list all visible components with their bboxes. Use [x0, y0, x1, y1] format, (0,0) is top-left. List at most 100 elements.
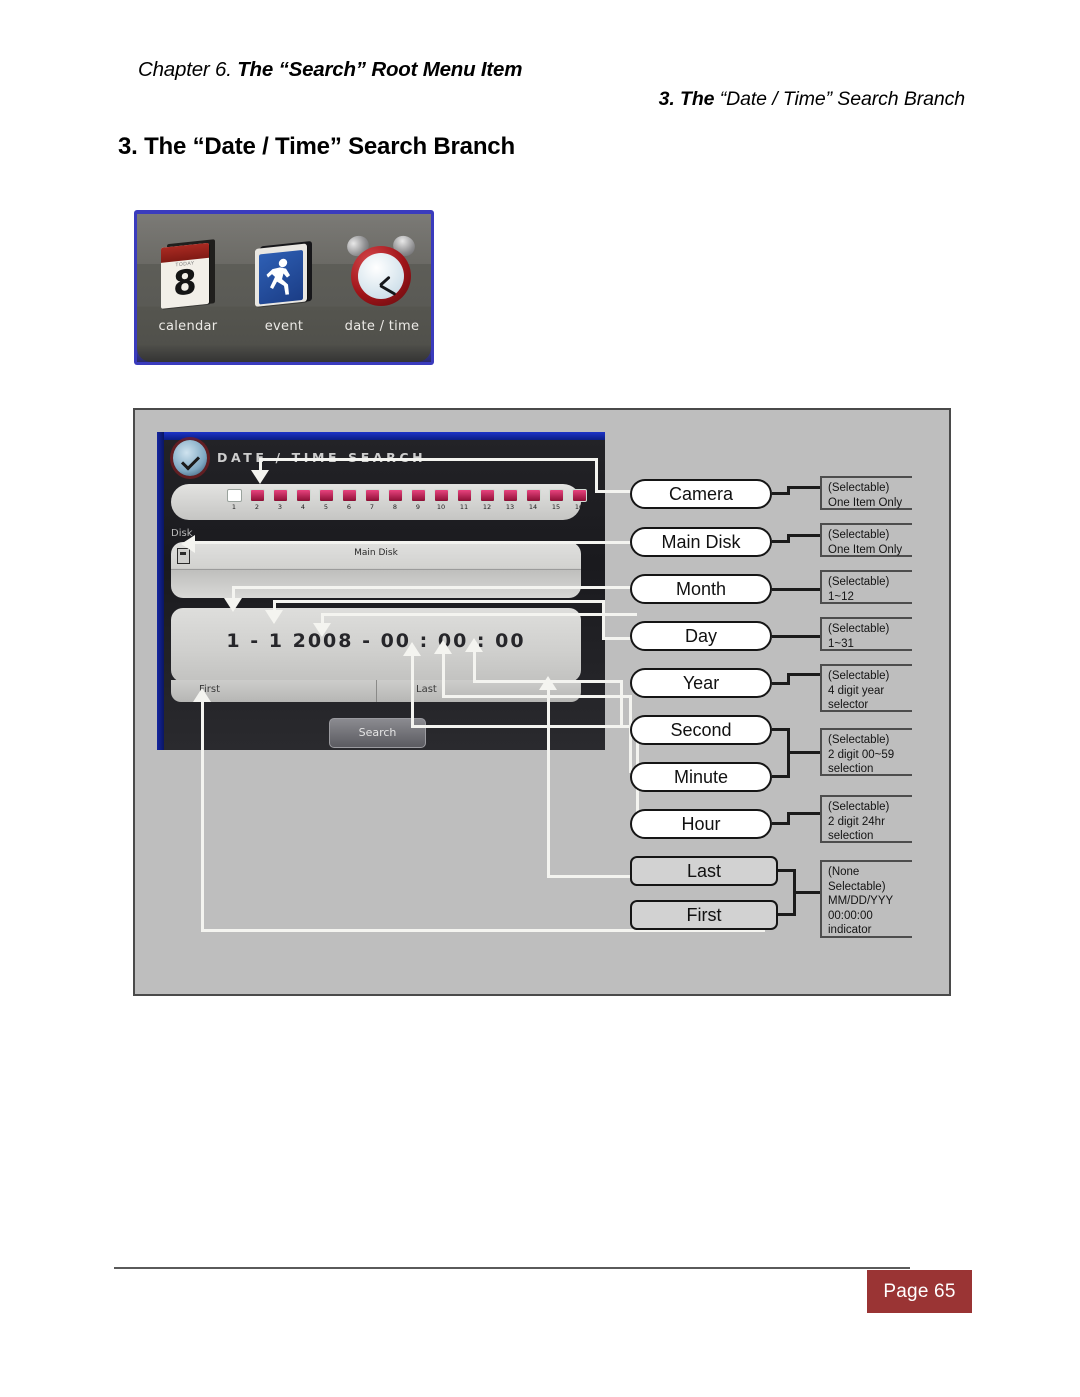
- chapter-lead: Chapter 6.: [138, 58, 238, 81]
- chapter-strong: The “Search” Root Menu Item: [237, 58, 523, 81]
- camera-button-4[interactable]: 4: [292, 489, 314, 511]
- first-last-bar[interactable]: First Last: [171, 680, 581, 702]
- note-main-disk: (Selectable) One Item Only: [820, 523, 912, 557]
- connector-camera-h1: [259, 458, 598, 461]
- connector-minute-arrow: [434, 640, 452, 654]
- datetime-selector-panel[interactable]: 1 - 1 2008 - 00 : 00 : 00: [171, 608, 581, 682]
- camera-led-1: [226, 489, 242, 502]
- connector-month-h: [232, 586, 637, 589]
- camera-button-9[interactable]: 9: [407, 489, 429, 511]
- note-link-hour-c: [787, 812, 822, 815]
- camera-button-8[interactable]: 8: [384, 489, 406, 511]
- page-title: 3. The “Date / Time” Search Branch: [118, 133, 515, 160]
- pill-last[interactable]: Last: [630, 856, 778, 886]
- connector-year-arrow: [313, 623, 331, 637]
- event-icon-frame: [255, 243, 307, 307]
- camera-num-11: 11: [459, 503, 469, 511]
- connector-last-v1: [547, 688, 550, 878]
- running-header-chapter: Chapter 6. The “Search” Root Menu Item: [138, 58, 522, 82]
- pill-first[interactable]: First: [630, 900, 778, 930]
- dvr-last-button[interactable]: Last: [416, 684, 437, 695]
- note-month: (Selectable) 1~12: [820, 570, 912, 604]
- pill-hour[interactable]: Hour: [630, 809, 772, 839]
- note-link-month: [772, 588, 822, 591]
- camera-button-11[interactable]: 11: [453, 489, 475, 511]
- connector-second-v2: [620, 680, 623, 728]
- connector-day-v2: [602, 600, 605, 640]
- running-man-icon: [255, 240, 312, 309]
- camera-selector-bar[interactable]: 1 2 3 4 5 6 7 8 9 10 11 12 13 14 15 16: [171, 484, 587, 520]
- camera-led-6: [341, 489, 357, 502]
- connector-minute-v1: [442, 652, 445, 698]
- camera-button-3[interactable]: 3: [269, 489, 291, 511]
- camera-num-15: 15: [551, 503, 561, 511]
- pill-minute[interactable]: Minute: [630, 762, 772, 792]
- connector-second-v1: [473, 650, 476, 682]
- camera-button-12[interactable]: 12: [476, 489, 498, 511]
- clock-check-logo-icon: [173, 440, 207, 476]
- pill-main-disk[interactable]: Main Disk: [630, 527, 772, 557]
- note-second-minute: (Selectable) 2 digit 00~59 selection: [820, 728, 912, 776]
- camera-button-2[interactable]: 2: [246, 489, 268, 511]
- camera-button-7[interactable]: 7: [361, 489, 383, 511]
- menu-caption-date-time: date / time: [344, 319, 420, 334]
- alarm-clock-icon: [344, 232, 418, 310]
- camera-button-6[interactable]: 6: [338, 489, 360, 511]
- pill-day[interactable]: Day: [630, 621, 772, 651]
- note-link-secmin-out: [787, 751, 822, 754]
- camera-button-1[interactable]: 1: [223, 489, 245, 511]
- connector-maindisk-arrow: [181, 535, 195, 553]
- pill-year[interactable]: Year: [630, 668, 772, 698]
- camera-num-16: 16: [574, 503, 584, 511]
- note-link-lastfirst-out: [793, 891, 822, 894]
- camera-num-5: 5: [323, 503, 329, 511]
- camera-num-13: 13: [505, 503, 515, 511]
- camera-num-7: 7: [369, 503, 375, 511]
- connector-year-h: [321, 613, 637, 616]
- camera-led-7: [364, 489, 380, 502]
- camera-button-10[interactable]: 10: [430, 489, 452, 511]
- camera-button-15[interactable]: 15: [545, 489, 567, 511]
- camera-led-10: [433, 489, 449, 502]
- note-hour: (Selectable) 2 digit 24hr selection: [820, 795, 912, 843]
- note-link-day: [772, 635, 822, 638]
- connector-first-v1: [201, 700, 204, 932]
- connector-hour-v1: [411, 654, 414, 728]
- camera-button-16[interactable]: 16: [568, 489, 590, 511]
- connector-minute-h1: [442, 695, 632, 698]
- camera-num-14: 14: [528, 503, 538, 511]
- pill-camera[interactable]: Camera: [630, 479, 772, 509]
- note-link-maindisk-c: [787, 534, 822, 537]
- camera-num-6: 6: [346, 503, 352, 511]
- pill-month[interactable]: Month: [630, 574, 772, 604]
- camera-num-10: 10: [436, 503, 446, 511]
- branch-strong: 3. The: [658, 88, 720, 110]
- disk-row-main[interactable]: Main Disk: [171, 542, 581, 570]
- first-last-separator: [376, 680, 377, 702]
- menu-icons-photo: TODAY 8 calendar event date / time: [134, 210, 434, 365]
- camera-led-14: [525, 489, 541, 502]
- camera-led-9: [410, 489, 426, 502]
- note-year: (Selectable) 4 digit year selector: [820, 664, 912, 712]
- camera-num-4: 4: [300, 503, 306, 511]
- note-day: (Selectable) 1~31: [820, 617, 912, 651]
- connector-day-arrow: [265, 610, 283, 624]
- connector-camera-v2: [595, 458, 598, 492]
- dvr-left-edge: [157, 432, 164, 750]
- disk-name-label: Main Disk: [354, 548, 398, 558]
- dvr-top-edge: [157, 432, 605, 440]
- camera-led-5: [318, 489, 334, 502]
- connector-first-arrow: [193, 688, 211, 702]
- running-header-branch: 3. The “Date / Time” Search Branch: [659, 88, 965, 111]
- camera-led-12: [479, 489, 495, 502]
- dvr-screenshot: DATE / TIME SEARCH 1 2 3 4 5 6 7 8 9 10 …: [157, 432, 605, 750]
- camera-num-1: 1: [231, 503, 237, 511]
- camera-button-14[interactable]: 14: [522, 489, 544, 511]
- camera-button-13[interactable]: 13: [499, 489, 521, 511]
- camera-button-5[interactable]: 5: [315, 489, 337, 511]
- menu-caption-event: event: [264, 319, 304, 334]
- pill-second[interactable]: Second: [630, 715, 772, 745]
- camera-led-2: [249, 489, 265, 502]
- camera-led-8: [387, 489, 403, 502]
- camera-num-12: 12: [482, 503, 492, 511]
